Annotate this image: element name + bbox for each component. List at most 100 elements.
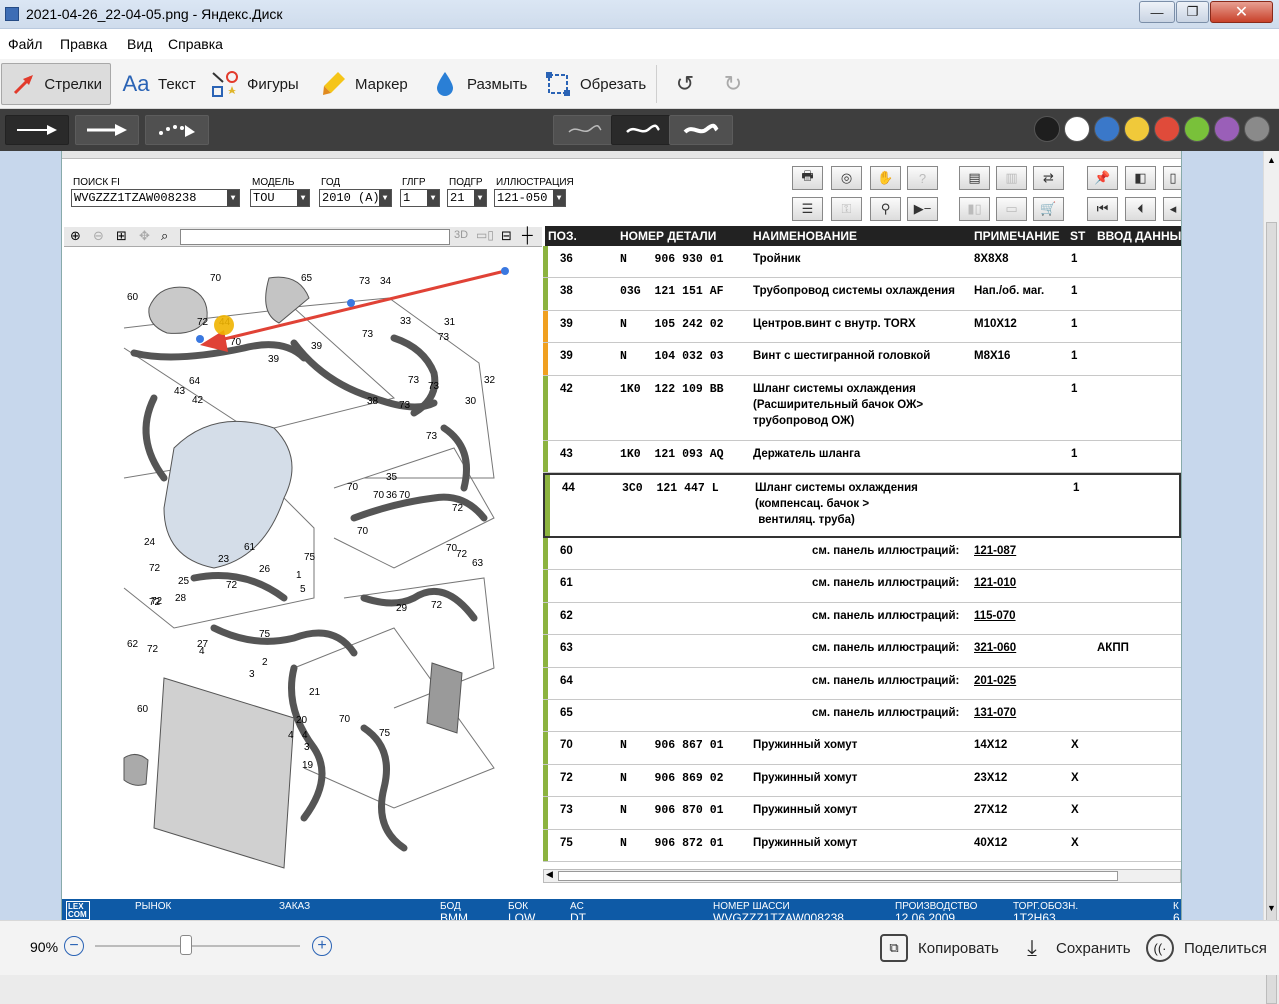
- cell-ref-link[interactable]: 131-070: [974, 707, 1016, 719]
- cell-ref-link[interactable]: 321-060: [974, 642, 1016, 654]
- diagram-callout-label[interactable]: 33: [400, 316, 412, 327]
- color-swatch[interactable]: [1124, 116, 1150, 142]
- redo-icon[interactable]: ↻: [718, 69, 748, 99]
- color-swatch[interactable]: [1094, 116, 1120, 142]
- cell-ref-link[interactable]: 121-010: [974, 577, 1016, 589]
- diagram-callout-label[interactable]: 36: [386, 490, 398, 501]
- diagram-callout-label[interactable]: 21: [309, 687, 321, 698]
- diagram-callout-label[interactable]: 23: [218, 554, 230, 565]
- diagram-callout-label[interactable]: 26: [259, 564, 271, 575]
- menu-view[interactable]: Вид: [127, 36, 152, 52]
- zoom-slider-thumb[interactable]: [180, 935, 192, 955]
- table-hscroll-thumb[interactable]: [558, 871, 1118, 881]
- table-row[interactable]: 60 см. панель иллюстраций: 121-087: [543, 538, 1181, 571]
- diagram-callout-label[interactable]: 73: [362, 329, 374, 340]
- diagram-callout-label[interactable]: 30: [465, 396, 477, 407]
- scroll-up-icon[interactable]: ▲: [1267, 155, 1276, 165]
- diagram-callout-label[interactable]: 73: [408, 375, 420, 386]
- diagram-callout-label[interactable]: 34: [380, 276, 392, 287]
- diagram-callout-label[interactable]: 19: [302, 760, 314, 771]
- zoom-out-button[interactable]: −: [64, 936, 84, 956]
- table-row[interactable]: 42 1K0 122 109 BB Шланг системы охлаждения…: [543, 375, 1181, 441]
- vin-field[interactable]: WVGZZZ1TZAW008238 ▼: [71, 189, 240, 207]
- maximize-button[interactable]: ❐: [1176, 1, 1209, 23]
- diagram-callout-label[interactable]: 3: [304, 742, 310, 753]
- share-button[interactable]: ((· Поделиться: [1146, 933, 1267, 963]
- line-width-thin-icon[interactable]: [553, 115, 617, 145]
- diagram-callout-label[interactable]: 4: [199, 646, 205, 657]
- magnifier-icon[interactable]: ⌕: [161, 228, 168, 244]
- diagram-callout-label[interactable]: 42: [192, 395, 204, 406]
- cell-ref-link[interactable]: 115-070: [974, 610, 1016, 622]
- diagram-callout-label[interactable]: 20: [296, 715, 308, 726]
- scroll-left-icon[interactable]: ◀: [546, 869, 553, 880]
- diagram-callout-label[interactable]: 70: [210, 273, 222, 284]
- diagram-callout-label[interactable]: 39: [311, 341, 323, 352]
- diagram-callout-label[interactable]: 75: [379, 728, 391, 739]
- vscroll-thumb[interactable]: [1266, 222, 1277, 1004]
- color-swatch[interactable]: [1184, 116, 1210, 142]
- color-swatch[interactable]: [1034, 116, 1060, 142]
- arrow-style-thick-icon[interactable]: [75, 115, 139, 145]
- canvas-vscroll[interactable]: ▲ ▼: [1263, 151, 1279, 1004]
- diagram-callout-label[interactable]: 32: [484, 375, 496, 386]
- grid-icon[interactable]: ⊟: [501, 228, 512, 244]
- zoom-slider[interactable]: [95, 945, 300, 947]
- diagram-callout-label[interactable]: 70: [347, 482, 359, 493]
- minimize-button[interactable]: —: [1139, 1, 1175, 23]
- diagram-callout-label[interactable]: 60: [127, 292, 139, 303]
- scroll-down-icon[interactable]: ▼: [1267, 903, 1276, 913]
- table-row[interactable]: 44 3C0 121 447 L Шланг системы охлаждения (…: [543, 473, 1181, 538]
- table-row[interactable]: 43 1K0 121 093 AQ Держатель шланга 1: [543, 440, 1181, 473]
- diagram-callout-label[interactable]: 70: [357, 526, 369, 537]
- elsa-icon[interactable]: ▤: [959, 166, 990, 190]
- diagram-callout-label[interactable]: 60: [137, 704, 149, 715]
- color-swatch[interactable]: [1244, 116, 1270, 142]
- diagram-callout-label[interactable]: 39: [268, 354, 280, 365]
- color-swatch[interactable]: [1214, 116, 1240, 142]
- table-row[interactable]: 64 см. панель иллюстраций: 201-025: [543, 667, 1181, 700]
- pin-icon[interactable]: 📌: [1087, 166, 1118, 190]
- save-button[interactable]: ⤓ Сохранить: [1018, 933, 1130, 963]
- arrow-style-thin-icon[interactable]: [5, 115, 69, 145]
- diagram-callout-label[interactable]: 43: [174, 386, 186, 397]
- tree-icon[interactable]: ⚲: [870, 197, 901, 221]
- diagram-callout-label[interactable]: 1: [296, 570, 302, 581]
- year-select[interactable]: 2010 (A) ▼: [319, 189, 392, 207]
- diagram-callout-label[interactable]: 70: [373, 490, 385, 501]
- diagram-callout-label[interactable]: 35: [386, 472, 398, 483]
- zoom-in-button[interactable]: +: [312, 936, 332, 956]
- diagram-callout-label[interactable]: 70: [399, 490, 411, 501]
- diagram-callout-label[interactable]: 28: [175, 593, 187, 604]
- diagram-callout-label[interactable]: 73: [426, 431, 438, 442]
- table-row[interactable]: 73 N 906 870 01 Пружинный хомут 27X12 X: [543, 797, 1181, 830]
- zoom-in-icon[interactable]: ⊕: [70, 228, 81, 244]
- diagram-callout-label[interactable]: 75: [304, 552, 316, 563]
- tool-marker[interactable]: Маркер: [310, 63, 416, 105]
- table-row[interactable]: 75 N 906 872 01 Пружинный хомут 40X12 X: [543, 829, 1181, 862]
- diagram-callout-label[interactable]: 31: [444, 317, 456, 328]
- diagram-callout-label[interactable]: 72: [149, 563, 161, 574]
- diagram-callout-label[interactable]: 72: [226, 580, 238, 591]
- table-row[interactable]: 63 см. панель иллюстраций: 321-060 АКПП: [543, 635, 1181, 668]
- diagram-callout-label[interactable]: 72: [147, 644, 159, 655]
- table-row[interactable]: 72 N 906 869 02 Пружинный хомут 23X12 X: [543, 764, 1181, 798]
- diagram-callout-label[interactable]: 38: [367, 396, 379, 407]
- page-icon[interactable]: ▯: [1163, 166, 1181, 190]
- table-row[interactable]: 65 см. панель иллюстраций: 131-070: [543, 700, 1181, 733]
- diagram-callout-label[interactable]: 73: [438, 332, 450, 343]
- table-row[interactable]: 62 см. панель иллюстраций: 115-070: [543, 602, 1181, 636]
- diagram-search-input[interactable]: [180, 229, 450, 245]
- diagram-callout-label[interactable]: 72: [452, 503, 464, 514]
- diagram-callout-label[interactable]: 61: [244, 542, 256, 553]
- copy-button[interactable]: ⧉ Копировать: [880, 933, 999, 963]
- pages-icon[interactable]: ◧: [1125, 166, 1156, 190]
- diagram-callout-label[interactable]: 72: [197, 317, 209, 328]
- menu-file[interactable]: Файл: [8, 36, 42, 52]
- diagram-callout-label[interactable]: 64: [189, 376, 201, 387]
- line-width-medium-icon[interactable]: [611, 115, 675, 145]
- tool-shapes[interactable]: Фигуры: [202, 63, 307, 105]
- next-page-icon[interactable]: ◂: [1163, 197, 1181, 221]
- main-group-select[interactable]: 1 ▼: [400, 189, 440, 207]
- model-select[interactable]: TOU ▼: [250, 189, 310, 207]
